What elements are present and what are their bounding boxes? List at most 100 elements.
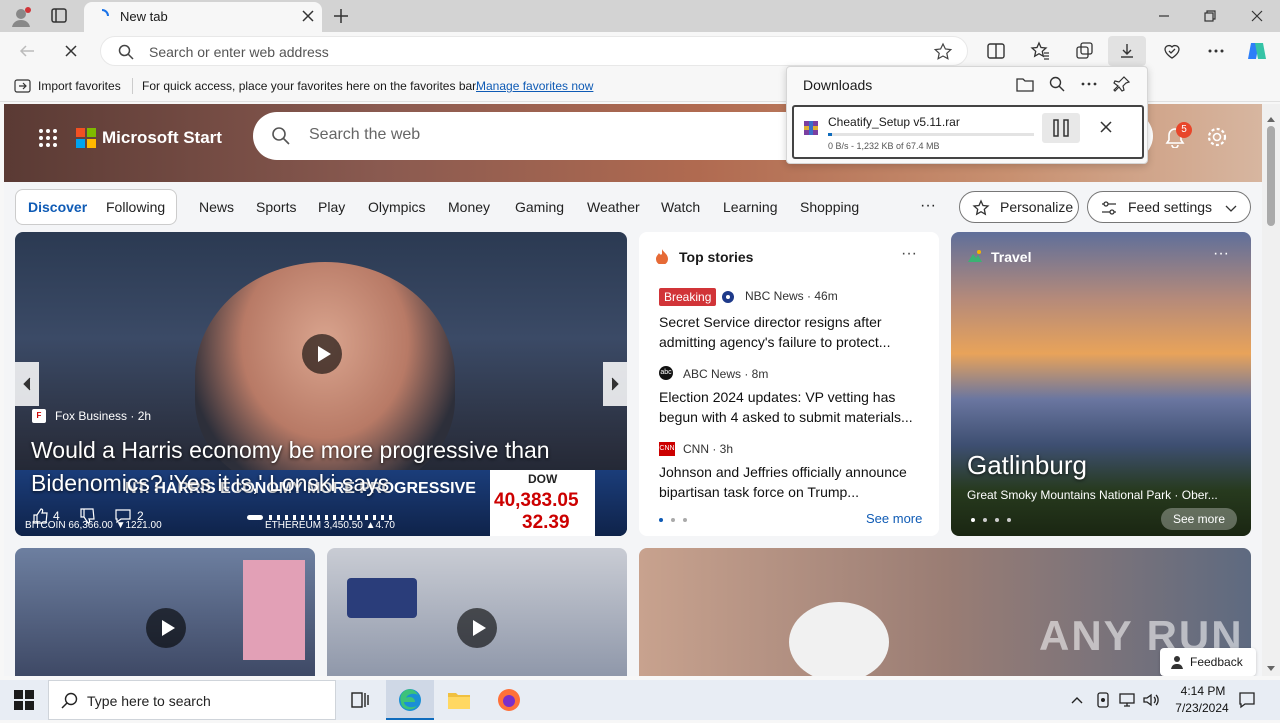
taskbar-search-box[interactable]: Type here to search — [48, 680, 336, 720]
story-3-headline[interactable]: Johnson and Jeffries officially announce… — [659, 462, 921, 502]
travel-dot-4[interactable] — [1007, 518, 1011, 522]
file-explorer-icon[interactable] — [446, 688, 472, 712]
favorites-divider — [132, 78, 133, 94]
nav-money[interactable]: Money — [448, 199, 490, 215]
nav-play[interactable]: Play — [318, 199, 345, 215]
settings-more-icon[interactable] — [1206, 41, 1226, 61]
stop-loading-icon[interactable] — [62, 42, 80, 60]
nav-olympics[interactable]: Olympics — [368, 199, 426, 215]
taskbar: Type here to search 4:14 PM 7/23/2024 — [0, 680, 1280, 720]
page-settings-gear-icon[interactable] — [1206, 126, 1228, 148]
new-tab-icon[interactable] — [332, 7, 350, 25]
nav-shopping[interactable]: Shopping — [800, 199, 859, 215]
dow-change: 32.39 — [522, 512, 570, 533]
rar-file-icon — [803, 120, 819, 136]
address-bar[interactable]: Search or enter web address — [100, 36, 968, 66]
windows-start-icon[interactable] — [14, 690, 34, 710]
restore-icon[interactable] — [1202, 8, 1218, 24]
close-tab-icon[interactable] — [300, 8, 316, 24]
open-folder-icon[interactable] — [1016, 75, 1034, 93]
carousel-prev-button[interactable] — [15, 362, 39, 406]
scroll-down-icon[interactable] — [1267, 660, 1275, 671]
story-2-headline[interactable]: Election 2024 updates: VP vetting has be… — [659, 387, 921, 427]
feedback-button[interactable]: Feedback — [1160, 648, 1256, 676]
minimize-icon[interactable] — [1156, 8, 1172, 24]
comment-icon[interactable] — [115, 508, 131, 524]
video-play-button-2[interactable] — [457, 608, 497, 648]
clock-time[interactable]: 4:14 PM — [1172, 684, 1234, 698]
favorite-star-icon[interactable] — [933, 42, 953, 62]
nav-gaming[interactable]: Gaming — [515, 199, 564, 215]
collections-icon[interactable] — [1074, 41, 1094, 61]
feed-settings-button[interactable]: Feed settings — [1087, 191, 1251, 223]
top-stories-see-more-link[interactable]: See more — [866, 511, 922, 526]
browser-essentials-icon[interactable] — [1162, 41, 1182, 61]
tab-following[interactable]: Following — [106, 199, 165, 215]
downloads-more-icon[interactable] — [1080, 75, 1098, 93]
personalize-button[interactable]: Personalize — [959, 191, 1079, 223]
hero-headline[interactable]: Would a Harris economy be more progressi… — [31, 434, 611, 500]
profile-avatar[interactable] — [10, 6, 32, 28]
back-icon[interactable] — [18, 42, 36, 60]
travel-more-button[interactable]: ··· — [1213, 245, 1229, 263]
feed-toggle: Discover Following — [15, 189, 177, 225]
pager-dot-1[interactable] — [659, 518, 663, 522]
favorites-icon[interactable] — [1030, 41, 1050, 61]
downloads-search-icon[interactable] — [1048, 75, 1066, 93]
tray-app-icon[interactable] — [1095, 691, 1111, 709]
pager-dot-3[interactable] — [683, 518, 687, 522]
cancel-download-icon[interactable] — [1098, 119, 1114, 135]
volume-icon[interactable] — [1142, 691, 1160, 709]
download-item[interactable]: Cheatify_Setup v5.11.rar 0 B/s - 1,232 K… — [792, 105, 1144, 159]
pin-icon[interactable] — [1113, 75, 1131, 93]
travel-place[interactable]: Gatlinburg — [967, 450, 1087, 481]
manage-favorites-link[interactable]: Manage favorites now — [476, 79, 593, 93]
tab-discover[interactable]: Discover — [28, 199, 87, 215]
page-scrollbar[interactable] — [1262, 104, 1280, 676]
video-card-hearing[interactable] — [15, 548, 315, 676]
firefox-icon[interactable] — [496, 687, 522, 713]
top-stories-more-button[interactable]: ··· — [901, 245, 917, 263]
ticker-ethereum: ETHEREUM 3,450.50 ▲4.70 — [265, 520, 395, 531]
tab-actions-icon[interactable] — [50, 7, 70, 25]
scroll-up-icon[interactable] — [1267, 110, 1275, 122]
nav-more-button[interactable]: ··· — [920, 197, 936, 215]
clock-date[interactable]: 7/23/2024 — [1166, 701, 1238, 715]
task-view-icon[interactable] — [350, 690, 370, 710]
dislike-icon[interactable] — [79, 508, 95, 524]
close-window-icon[interactable] — [1249, 8, 1265, 24]
brand-title[interactable]: Microsoft Start — [102, 128, 222, 148]
hero-story-card[interactable]: NT: HARRIS ECONOMY MORE PROGRESSIVE BITC… — [15, 232, 627, 536]
travel-dot-2[interactable] — [983, 518, 987, 522]
nav-news[interactable]: News — [199, 199, 234, 215]
story-1-headline[interactable]: Secret Service director resigns after ad… — [659, 312, 921, 352]
show-hidden-icons-chevron-icon[interactable] — [1070, 693, 1084, 707]
abc-logo-icon: abc — [659, 366, 673, 380]
pause-download-button[interactable] — [1042, 113, 1080, 143]
travel-see-more-button[interactable]: See more — [1161, 508, 1238, 530]
nav-learning[interactable]: Learning — [723, 199, 778, 215]
copilot-icon[interactable] — [1245, 39, 1269, 63]
nav-watch[interactable]: Watch — [661, 199, 700, 215]
play-button[interactable] — [302, 334, 342, 374]
video-play-button-1[interactable] — [146, 608, 186, 648]
like-icon[interactable] — [32, 508, 48, 524]
carousel-next-button[interactable] — [603, 362, 627, 406]
downloads-button[interactable] — [1108, 36, 1146, 66]
split-screen-icon[interactable] — [986, 41, 1006, 61]
nav-weather[interactable]: Weather — [587, 199, 640, 215]
nav-sports[interactable]: Sports — [256, 199, 296, 215]
travel-dot-3[interactable] — [995, 518, 999, 522]
tab-new-tab[interactable]: New tab — [84, 2, 322, 32]
play-icon — [318, 346, 331, 362]
network-icon[interactable] — [1118, 691, 1136, 709]
travel-dot-1[interactable] — [971, 518, 975, 522]
video-card-democracy[interactable] — [327, 548, 627, 676]
travel-card[interactable]: Travel ··· Gatlinburg Great Smoky Mounta… — [951, 232, 1251, 536]
apps-launcher-icon[interactable] — [38, 128, 58, 148]
scroll-thumb[interactable] — [1267, 126, 1275, 226]
taskbar-edge-button[interactable] — [386, 680, 434, 720]
import-favorites-button[interactable]: Import favorites — [38, 79, 121, 93]
pager-dot-2[interactable] — [671, 518, 675, 522]
notification-center-icon[interactable] — [1238, 691, 1256, 709]
